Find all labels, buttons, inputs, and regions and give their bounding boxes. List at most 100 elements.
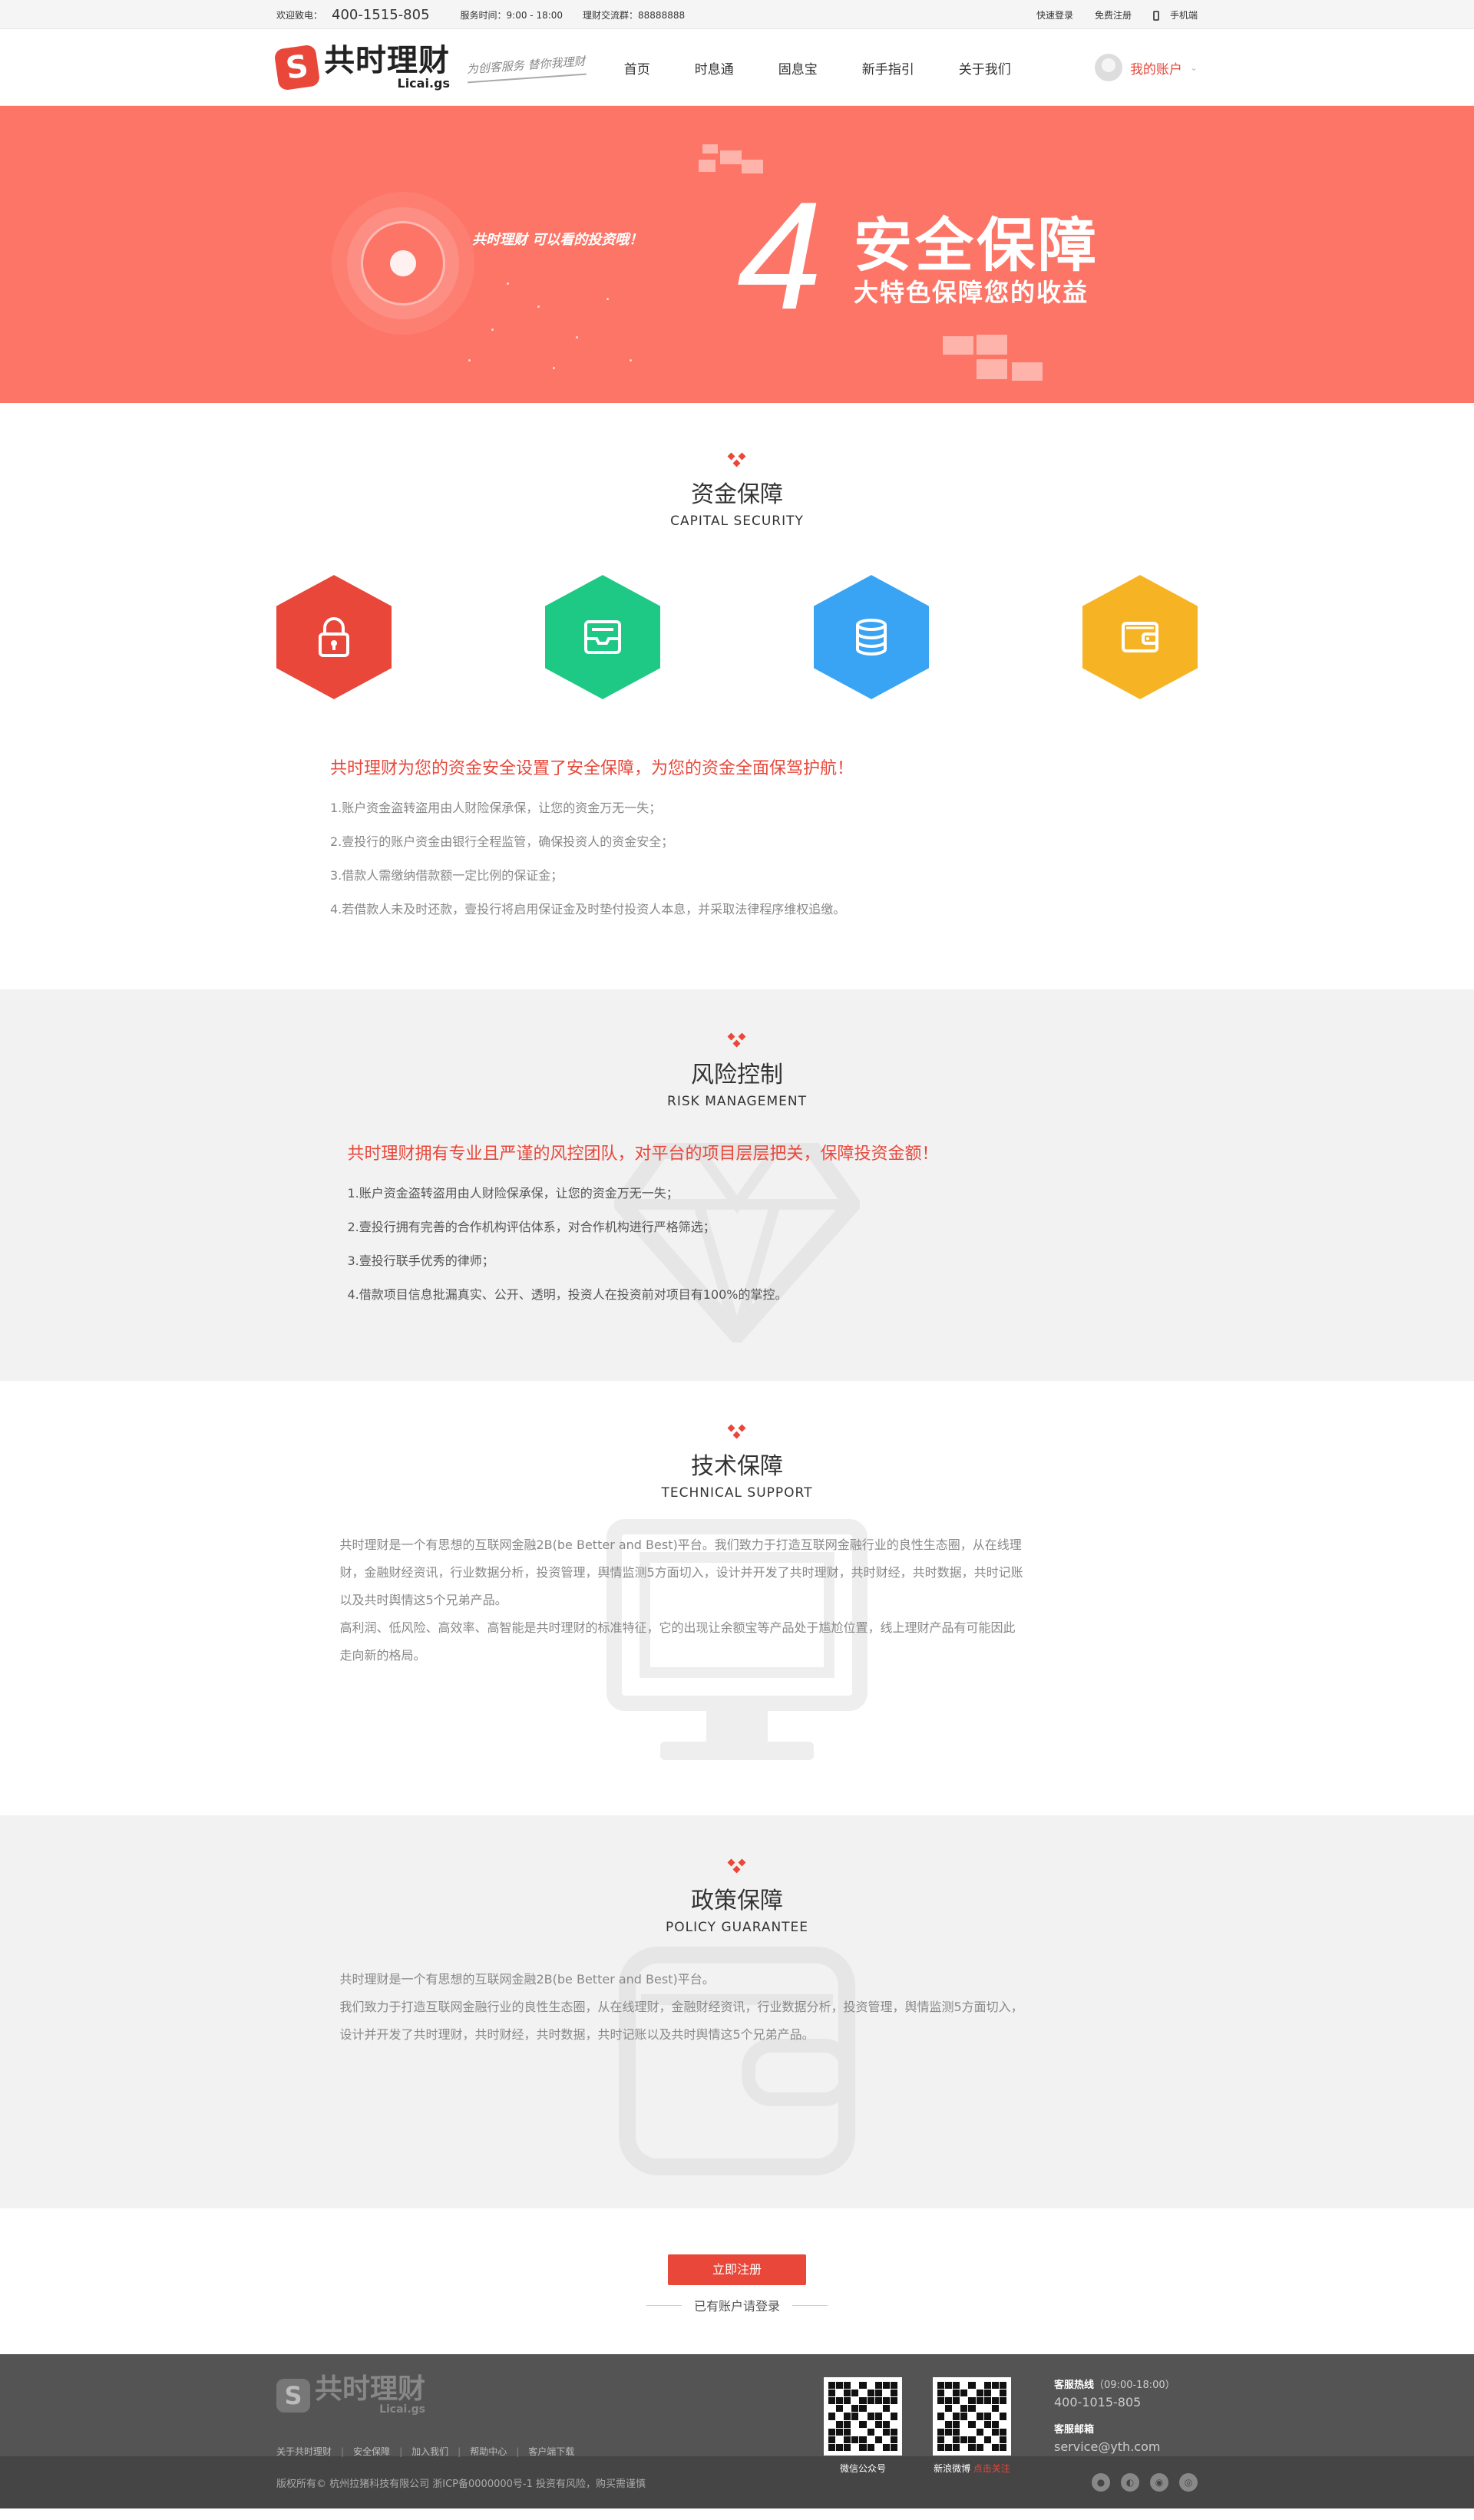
zhihu-icon[interactable]: ◐ — [1121, 2473, 1139, 2492]
capital-headline: 共时理财为您的资金安全设置了安全保障，为您的资金全面保驾护航！ — [330, 759, 854, 778]
section-title: 技术保障 — [691, 1453, 783, 1480]
footer-link[interactable]: 帮助中心 — [470, 2446, 507, 2457]
footer-logo-mark: S — [276, 2379, 310, 2413]
logo-name: 共时理财 — [324, 43, 450, 78]
paragraph-line: 共时理财是一个有思想的互联网金融2B(be Better and Best)平台… — [339, 1537, 1022, 1552]
risk-management-section: 风险控制 RISK MANAGEMENT 共时理财拥有专业且严谨的风控团队，对平… — [0, 989, 1474, 1381]
lock-hexagon — [276, 575, 392, 699]
footer-link[interactable]: 客户端下载 — [528, 2446, 574, 2457]
logo-mark: S — [273, 44, 321, 91]
mobile-label: 手机端 — [1169, 9, 1198, 21]
list-item: 1.账户资金盗转盗用由人财险保承保，让您的资金万无一失； — [330, 801, 662, 815]
list-item: 3.借款人需缴纳借款额一定比例的保证金； — [330, 868, 563, 883]
avatar — [1094, 54, 1122, 81]
section-title: 政策保障 — [691, 1888, 783, 1914]
lock-icon — [319, 617, 349, 657]
copyright-bar: 版权所有© 杭州拉猪科技有限公司 浙ICP备0000000号-1 投资有风险，购… — [0, 2456, 1474, 2508]
top-bar: 欢迎致电： 400-1515-805 服务时间：9:00 - 18:00 理财交… — [0, 0, 1474, 29]
login-link[interactable]: 已有账户请登录 — [0, 2296, 1474, 2314]
list-item: 4.若借款人未及时还款，壹投行将启用保证金及时垫付投资人本息，并采取法律程序维权… — [330, 902, 846, 917]
register-button[interactable]: 立即注册 — [668, 2254, 806, 2285]
paragraph-line: 我们致力于打造互联网金融行业的良性生态圈，从在线理财，金融财经资讯，行业数据分析… — [339, 2000, 1023, 2014]
banner-tagline: 共时理财 可以看的投资哦！ — [472, 232, 643, 248]
login-label: 已有账户请登录 — [693, 2299, 780, 2314]
weibo-icon[interactable]: ◎ — [1179, 2473, 1198, 2492]
qr-code-icon — [933, 2377, 1011, 2456]
diamond-icon — [725, 1032, 749, 1051]
footer-link[interactable]: 关于共时理财 — [276, 2446, 332, 2457]
nav-guxibao[interactable]: 固息宝 — [778, 58, 818, 78]
header: S 共时理财 Licai.gs 为创客服务 替你我理财 首页 时息通 固息宝 新… — [0, 29, 1474, 106]
nav-about[interactable]: 关于我们 — [959, 58, 1011, 78]
section-subtitle: CAPITAL SECURITY — [670, 514, 804, 529]
paragraph-line: 走向新的格局。 — [339, 1648, 426, 1663]
social-icons: ● ◐ ◉ ◎ — [1092, 2473, 1198, 2492]
footer-link-separator: | — [399, 2446, 403, 2457]
contact-info: 客服热线（09:00-18:00） 400-1015-805 客服邮箱 serv… — [1054, 2377, 1175, 2456]
service-hours: 服务时间：9:00 - 18:00 — [460, 9, 563, 21]
footer-link[interactable]: 加入我们 — [411, 2446, 448, 2457]
chevron-down-icon: ⌄ — [1189, 62, 1198, 73]
mobile-phone-icon — [1152, 10, 1159, 21]
paragraph-line: 财，金融财经资讯，行业数据分析，投资管理，舆情监测5方面切入，设计并开发了共时理… — [339, 1565, 1023, 1580]
inbox-icon — [584, 620, 621, 654]
hotline-label: 客服热线 — [1054, 2380, 1095, 2391]
feature-icons — [276, 575, 1198, 699]
section-subtitle: TECHNICAL SUPPORT — [661, 1485, 813, 1501]
footer-link[interactable]: 安全保障 — [353, 2446, 390, 2457]
logo[interactable]: S 共时理财 Licai.gs — [273, 43, 450, 91]
footer-logo-domain: Licai.gs — [379, 2403, 426, 2416]
risk-headline: 共时理财拥有专业且严谨的风控团队，对平台的项目层层把关，保障投资金额！ — [347, 1144, 939, 1164]
footer-logo-name: 共时理财 — [315, 2373, 426, 2405]
footer: S 共时理财 Licai.gs 关于共时理财 | 安全保障 | 加入我们 | 帮助中心 | 客户… — [0, 2354, 1474, 2474]
wallet-hexagon — [1082, 575, 1198, 699]
quick-login-link[interactable]: 快速登录 — [1036, 8, 1073, 21]
diamond-icon — [725, 452, 749, 471]
capital-security-section: 资金保障 CAPITAL SECURITY 共时理财为您的资金安全设置了安全保障… — [0, 403, 1474, 989]
wechat-icon[interactable]: ◉ — [1150, 2473, 1168, 2492]
email-label: 客服邮箱 — [1054, 2424, 1095, 2436]
list-item: 1.账户资金盗转盗用由人财险保承保，让您的资金万无一失； — [347, 1186, 679, 1201]
deco-square — [977, 335, 1007, 355]
mobile-link[interactable]: 手机端 — [1152, 8, 1198, 21]
footer-link-separator: | — [458, 2446, 461, 2457]
deco-square — [977, 359, 1007, 379]
list-item: 2.壹投行的账户资金由银行全程监管，确保投资人的资金安全； — [330, 834, 674, 849]
banner-subtitle: 大特色保障您的收益 — [854, 278, 1089, 307]
hero-banner: 共时理财 可以看的投资哦！ 4 安全保障 大特色保障您的收益 — [0, 106, 1474, 403]
deco-square — [1012, 362, 1043, 381]
account-menu[interactable]: 我的账户 ⌄ — [1094, 54, 1198, 81]
paragraph-line: 高利润、低风险、高效率、高智能是共时理财的标准特征，它的出现让余额宝等产品处于尴… — [339, 1620, 1016, 1635]
inbox-hexagon — [545, 575, 660, 699]
capital-list: 1.账户资金盗转盗用由人财险保承保，让您的资金万无一失； 2.壹投行的账户资金由… — [330, 791, 1144, 926]
slogan: 为创客服务 替你我理财 — [466, 52, 587, 83]
diamond-icon — [725, 1858, 749, 1877]
database-hexagon — [814, 575, 929, 699]
deco-square — [742, 160, 763, 173]
email-address: service@yth.com — [1054, 2439, 1161, 2454]
list-item: 2.壹投行拥有完善的合作机构评估体系，对合作机构进行严格筛选； — [347, 1220, 716, 1234]
nav-guide[interactable]: 新手指引 — [862, 58, 914, 78]
wallet-icon — [1122, 622, 1158, 652]
technical-support-section: 技术保障 TECHNICAL SUPPORT 共时理财是一个有思想的互联网金融2… — [0, 1381, 1474, 1815]
group-number: 理财交流群：88888888 — [583, 9, 686, 21]
deco-square — [720, 150, 742, 164]
footer-link-separator: | — [516, 2446, 520, 2457]
welcome-text: 欢迎致电： — [276, 9, 323, 21]
nav-home[interactable]: 首页 — [624, 58, 650, 78]
deco-square — [943, 336, 973, 355]
database-icon — [856, 619, 887, 656]
free-register-link[interactable]: 免费注册 — [1095, 8, 1132, 21]
target-graphic-icon — [361, 221, 445, 306]
section-subtitle: RISK MANAGEMENT — [667, 1094, 807, 1109]
qq-icon[interactable]: ● — [1092, 2473, 1110, 2492]
paragraph-line: 设计并开发了共时理财，共时财经，共时数据，共时记账以及共时舆情这5个兄弟产品。 — [339, 2027, 815, 2042]
copyright-text: 版权所有© 杭州拉猪科技有限公司 浙ICP备0000000号-1 投资有风险，购… — [276, 2478, 646, 2490]
section-title: 资金保障 — [691, 481, 783, 508]
account-label: 我的账户 — [1129, 61, 1182, 78]
policy-guarantee-section: 政策保障 POLICY GUARANTEE 共时理财是一个有思想的互联网金融2B… — [0, 1815, 1474, 2208]
nav-shixitong[interactable]: 时息通 — [695, 58, 734, 78]
main-nav: 首页 时息通 固息宝 新手指引 关于我们 — [624, 58, 1011, 78]
paragraph-line: 共时理财是一个有思想的互联网金融2B(be Better and Best)平台… — [339, 1972, 715, 1987]
paragraph-line: 以及共时舆情这5个兄弟产品。 — [339, 1593, 507, 1607]
